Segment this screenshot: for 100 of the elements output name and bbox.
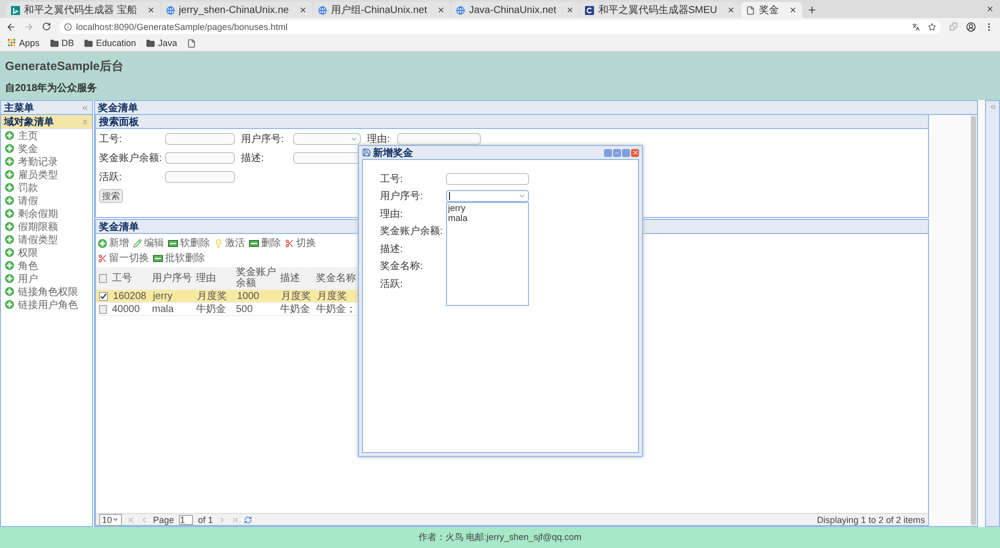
menu-item[interactable]: 考勤记录 [1,155,92,168]
table-row[interactable]: 40000 mala 牛奶金 500 牛奶金 牛奶金； [96,303,358,316]
field-label: 理由: [367,132,391,146]
toolbar-button[interactable]: 新增 [98,236,129,250]
browser-tab[interactable]: 和平之翼代码生成器SMEU [580,2,740,18]
column-header[interactable]: 工号 [110,272,150,284]
bookmark[interactable]: Java [146,38,178,48]
column-header[interactable]: 奖金名称 [314,272,358,284]
plus-icon [5,183,14,192]
field-label: 用户序号: [380,190,424,204]
menu-item[interactable]: 奖金 [1,142,92,155]
dropdown-option[interactable]: jerry [447,203,528,214]
table-row[interactable]: 160208 jerry 月度奖 1000 月度奖 月度奖 [96,290,358,303]
last-page-icon[interactable] [231,516,240,524]
page-size-select[interactable]: 10 [99,514,122,526]
page-input[interactable]: 1 [179,514,194,524]
browser-tab[interactable]: Java-ChinaUnix.net [451,2,580,18]
first-page-icon[interactable] [127,516,136,524]
toolbar-button[interactable]: 软删除 [168,236,210,250]
column-header[interactable]: 描述 [278,272,314,284]
section-header[interactable]: 域对象清单 [1,115,92,129]
combo-box[interactable] [293,133,361,145]
minimize-button[interactable] [613,148,621,156]
menu-item[interactable]: 假期限额 [1,220,92,233]
close-icon[interactable] [437,6,445,14]
column-header[interactable]: 理由 [194,272,234,284]
menu-item[interactable]: 请假 [1,194,92,207]
browser-tab[interactable]: 用户组-ChinaUnix.net [312,2,450,18]
scrollbar[interactable] [970,115,977,526]
menu-item[interactable]: 雇员类型 [1,168,92,181]
star-icon[interactable] [928,22,936,30]
close-icon [632,149,638,156]
close-icon[interactable] [146,6,155,14]
bookmark[interactable]: DB [50,38,74,48]
maximize-button[interactable] [622,148,630,156]
column-header[interactable]: 用户序号 [150,272,194,284]
menu-item[interactable]: 链接角色权限 [1,285,92,298]
menu-item[interactable]: 用户 [1,272,92,285]
menu-item[interactable]: 罚款 [1,181,92,194]
menu-item[interactable]: 剩余假期 [1,207,92,220]
page-icon [187,38,196,48]
close-icon[interactable] [986,5,994,13]
close-icon[interactable] [566,6,574,14]
expand-icon[interactable] [988,103,996,111]
translate-icon[interactable] [912,22,920,30]
input-field[interactable] [165,133,235,145]
menu-item[interactable]: 链接用户角色 [1,298,92,311]
forward-icon[interactable] [24,22,34,32]
close-icon[interactable] [727,6,736,14]
menu-item[interactable]: 请假类型 [1,233,92,246]
toolbar-button[interactable]: 切换 [285,236,316,250]
close-button[interactable] [631,148,639,156]
close-icon[interactable] [789,6,798,14]
menu-item[interactable]: 角色 [1,259,92,272]
input-field[interactable] [293,152,361,164]
collapsed-panel[interactable] [985,100,1000,527]
table-cell-text: 牛奶金 [195,304,227,314]
bookmark[interactable]: Apps [8,38,40,48]
column-header[interactable]: 奖金账户余额 [234,267,278,289]
toolbar-button[interactable]: 激活 [214,236,245,250]
scissors-icon [98,254,107,262]
input-field[interactable] [397,133,481,145]
plus-icon [5,157,14,166]
toolbar-button[interactable]: 批软删除 [153,251,205,265]
extension-icon[interactable] [949,22,958,31]
panel-title: 奖金清单 [98,102,138,114]
field-label: 活跃: [99,171,123,184]
new-tab-icon[interactable] [807,5,818,15]
plus-icon [5,248,14,257]
globe-icon [456,6,465,14]
browser-tab[interactable]: 奖金 [741,2,802,18]
refresh-icon[interactable] [244,516,252,524]
toolbar-button[interactable]: 留一切换 [98,251,149,265]
field-label: 描述: [380,242,404,256]
collapse-button[interactable] [604,148,612,156]
profile-icon[interactable] [966,22,976,32]
lightbulb-icon [214,238,223,248]
bookmark[interactable]: Education [84,38,136,48]
collapse-icon[interactable] [81,104,89,112]
address-bar[interactable]: localhost:8090/GenerateSample/pages/bonuses.html [59,20,941,34]
dropdown-option[interactable]: mala [447,213,528,224]
input-field[interactable] [165,152,235,164]
checkbox[interactable] [99,274,107,282]
reload-icon[interactable] [42,22,51,31]
back-icon[interactable] [6,22,16,32]
input-field[interactable] [165,171,235,183]
toolbar-button[interactable]: 编辑 [133,236,164,250]
browser-tab[interactable]: jerry_shen-ChinaUnix.ne [160,2,312,18]
menu-item[interactable]: 主页 [1,129,92,142]
close-icon[interactable] [298,6,307,14]
checkbox[interactable] [99,304,107,314]
menu-item[interactable]: 权限 [1,246,92,259]
collapse-icon[interactable] [81,118,89,126]
toolbar-button[interactable]: 删除 [249,236,281,250]
search-button[interactable]: 搜索 [99,189,123,203]
input-field[interactable] [446,172,529,185]
panel-title: 搜索面板 [99,116,139,128]
checkbox[interactable] [99,292,108,300]
pencil-icon [133,238,142,248]
browser-tab[interactable]: 和平之翼代码生成器 宝船 [6,2,160,18]
